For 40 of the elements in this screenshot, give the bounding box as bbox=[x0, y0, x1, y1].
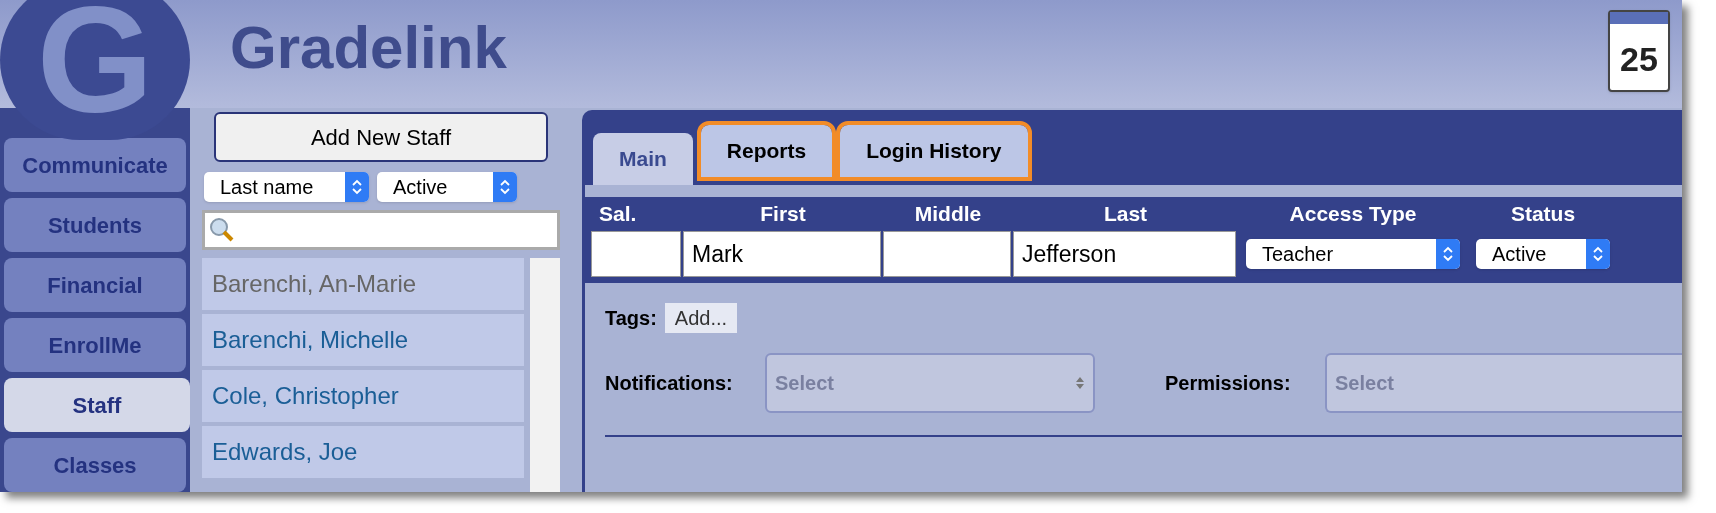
permissions-label: Permissions: bbox=[1165, 371, 1292, 396]
stepper-icon bbox=[1586, 239, 1610, 269]
stepper-icon bbox=[1436, 239, 1460, 269]
nav-tab[interactable]: EnrollMe bbox=[4, 318, 186, 372]
text-field[interactable]: Jefferson bbox=[1013, 231, 1236, 277]
sort-icon bbox=[1075, 376, 1085, 390]
staff-list-item[interactable]: Barenchi, Michelle bbox=[202, 314, 524, 366]
column-header: Last bbox=[1102, 201, 1149, 228]
logo-badge: G bbox=[0, 0, 190, 140]
dropdown-select[interactable]: Teacher bbox=[1246, 239, 1460, 269]
stepper-icon bbox=[493, 172, 517, 202]
text-field[interactable]: Mark bbox=[683, 231, 881, 277]
column-header: First bbox=[759, 201, 807, 228]
column-header: Sal. bbox=[598, 201, 638, 228]
calendar-icon: 25 bbox=[1608, 10, 1670, 92]
column-header: Access Type bbox=[1288, 201, 1418, 228]
column-header: Status bbox=[1509, 201, 1577, 228]
text-field[interactable] bbox=[591, 231, 681, 277]
nav-tab[interactable]: Classes bbox=[4, 438, 186, 492]
sort-select[interactable]: Last name bbox=[204, 172, 369, 202]
nav-tab[interactable]: Communicate bbox=[4, 138, 186, 192]
stepper-icon bbox=[345, 172, 369, 202]
staff-list-item[interactable]: Barenchi, An-Marie bbox=[202, 258, 524, 310]
notifications-label: Notifications: bbox=[605, 371, 734, 396]
nav-tab[interactable]: Students bbox=[4, 198, 186, 252]
search-field[interactable] bbox=[202, 210, 560, 250]
dropdown-select[interactable]: Active bbox=[1476, 239, 1610, 269]
staff-list-item[interactable]: Cole, Christopher bbox=[202, 370, 524, 422]
filter-select[interactable]: Active bbox=[377, 172, 517, 202]
app-title: Gradelink bbox=[230, 18, 507, 78]
add-tag-button[interactable]: Add... bbox=[664, 303, 738, 333]
add-staff-button[interactable]: Add New Staff bbox=[214, 112, 548, 162]
nav-tab[interactable]: Staff bbox=[4, 378, 190, 432]
text-field[interactable] bbox=[883, 231, 1011, 277]
search-icon bbox=[209, 217, 235, 243]
tab[interactable]: Main bbox=[593, 133, 693, 185]
tags-label: Tags: bbox=[605, 306, 657, 331]
column-header: Middle bbox=[913, 201, 983, 228]
nav-tab[interactable]: Financial bbox=[4, 258, 186, 312]
staff-list-item[interactable]: Edwards, Joe bbox=[202, 426, 524, 478]
